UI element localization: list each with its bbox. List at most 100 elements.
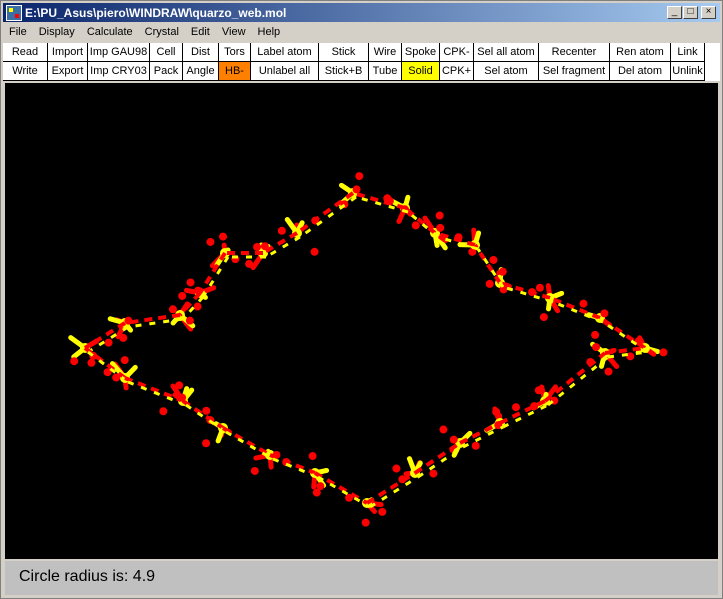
oxygen-atom[interactable] [361, 518, 370, 527]
oxygen-atom[interactable] [250, 466, 259, 475]
oxygen-atom[interactable] [193, 302, 202, 311]
oxygen-atom[interactable] [70, 357, 79, 366]
oxygen-atom[interactable] [492, 407, 501, 416]
oxygen-atom[interactable] [316, 482, 325, 491]
chain-bond [269, 453, 316, 475]
app-icon[interactable] [6, 5, 22, 21]
oxygen-atom[interactable] [579, 299, 588, 308]
close-button[interactable]: × [701, 6, 716, 19]
angle-button[interactable]: Angle [183, 62, 219, 81]
oxygen-atom[interactable] [489, 255, 498, 264]
oxygen-atom[interactable] [185, 316, 194, 325]
oxygen-atom[interactable] [277, 226, 286, 235]
oxygen-atom[interactable] [87, 358, 96, 367]
oxygen-atom[interactable] [392, 464, 401, 473]
solid-button[interactable]: Solid [402, 62, 440, 81]
oxygen-atom[interactable] [186, 278, 195, 287]
minimize-button[interactable]: _ [667, 6, 682, 19]
menu-file[interactable]: File [3, 24, 33, 42]
oxygen-atom[interactable] [512, 403, 521, 412]
menu-help[interactable]: Help [252, 24, 287, 42]
wire-button[interactable]: Wire [369, 43, 402, 62]
oxygen-atom[interactable] [539, 313, 548, 322]
oxygen-atom[interactable] [245, 259, 254, 268]
import-button[interactable]: Import [48, 43, 88, 62]
spoke-button[interactable]: Spoke [402, 43, 440, 62]
ren-atom-button[interactable]: Ren atom [610, 43, 671, 62]
oxygen-atom[interactable] [378, 507, 387, 516]
oxygen-atom[interactable] [159, 407, 168, 416]
oxygen-atom[interactable] [435, 211, 444, 220]
oxygen-atom[interactable] [119, 333, 128, 342]
maximize-button[interactable]: □ [683, 6, 698, 19]
toolbar-row-1: Read Import Imp GAU98 Cell Dist Tors Label ato… [3, 43, 705, 62]
export-button[interactable]: Export [48, 62, 88, 81]
pack-button[interactable]: Pack [150, 62, 183, 81]
menu-calculate[interactable]: Calculate [81, 24, 139, 42]
menu-view[interactable]: View [216, 24, 252, 42]
oxygen-atom[interactable] [471, 441, 480, 450]
recenter-button[interactable]: Recenter [539, 43, 610, 62]
write-button[interactable]: Write [3, 62, 48, 81]
unlabel-all-button[interactable]: Unlabel all [251, 62, 319, 81]
cpk-button[interactable]: CPK+ [440, 62, 474, 81]
sel-all-atom-button[interactable]: Sel all atom [474, 43, 539, 62]
dist-button[interactable]: Dist [183, 43, 219, 62]
imp-cry03-button[interactable]: Imp CRY03 [88, 62, 150, 81]
cell-button[interactable]: Cell [150, 43, 183, 62]
oxygen-atom[interactable] [104, 338, 113, 347]
oxygen-atom[interactable] [535, 283, 544, 292]
sel-fragment-button[interactable]: Sel fragment [539, 62, 610, 81]
oxygen-atom[interactable] [449, 435, 458, 444]
menu-bar: File Display Calculate Crystal Edit View Help [3, 24, 286, 42]
unlink-button[interactable]: Unlink [671, 62, 705, 81]
oxygen-atom[interactable] [308, 452, 317, 461]
oxygen-atom[interactable] [310, 247, 319, 256]
oxygen-atom[interactable] [120, 356, 129, 365]
oxygen-atom[interactable] [202, 439, 211, 448]
chain-bond [403, 206, 437, 235]
oxygen-atom[interactable] [439, 425, 448, 434]
oxygen-atom[interactable] [592, 343, 601, 352]
oxygen-atom[interactable] [206, 237, 215, 246]
menu-display[interactable]: Display [33, 24, 81, 42]
del-atom-button[interactable]: Del atom [610, 62, 671, 81]
stick-button[interactable]: Stick [319, 43, 369, 62]
oxygen-atom[interactable] [178, 291, 187, 300]
imp-gau98-button[interactable]: Imp GAU98 [88, 43, 150, 62]
status-bar: Circle radius is: 4.9 [5, 561, 718, 595]
oxygen-atom[interactable] [352, 185, 361, 194]
oxygen-atom[interactable] [659, 348, 668, 357]
hb-button[interactable]: HB- [219, 62, 251, 81]
tube-button[interactable]: Tube [369, 62, 402, 81]
read-button[interactable]: Read [3, 43, 48, 62]
oxygen-atom[interactable] [253, 243, 262, 252]
oxygen-atom[interactable] [411, 221, 420, 230]
menu-edit[interactable]: Edit [185, 24, 216, 42]
oxygen-atom[interactable] [534, 386, 543, 395]
oxygen-atom[interactable] [498, 267, 507, 276]
title-bar[interactable]: E:\PU_Asus\piero\WINDRAW\quarzo_web.mol … [3, 3, 720, 22]
stick-b-button[interactable]: Stick+B [319, 62, 369, 81]
molecule-canvas[interactable] [5, 83, 718, 559]
oxygen-atom[interactable] [202, 406, 211, 415]
link-button[interactable]: Link [671, 43, 705, 62]
maximize-icon: □ [687, 6, 694, 17]
cpk-button[interactable]: CPK- [440, 43, 474, 62]
molecule-drawing[interactable] [5, 83, 718, 559]
oxygen-atom[interactable] [429, 469, 438, 478]
oxygen-atom[interactable] [485, 279, 494, 288]
oxygen-atom[interactable] [175, 381, 184, 390]
tors-button[interactable]: Tors [219, 43, 251, 62]
oxygen-atom[interactable] [168, 305, 177, 314]
oxygen-atom[interactable] [604, 367, 613, 376]
oxygen-atom[interactable] [600, 309, 609, 318]
sel-atom-button[interactable]: Sel atom [474, 62, 539, 81]
oxygen-atom[interactable] [436, 223, 445, 232]
label-atom-button[interactable]: Label atom [251, 43, 319, 62]
window-title: E:\PU_Asus\piero\WINDRAW\quarzo_web.mol [25, 6, 287, 20]
oxygen-atom[interactable] [355, 172, 364, 181]
menu-crystal[interactable]: Crystal [139, 24, 185, 42]
oxygen-atom[interactable] [219, 232, 228, 241]
oxygen-atom[interactable] [591, 330, 600, 339]
